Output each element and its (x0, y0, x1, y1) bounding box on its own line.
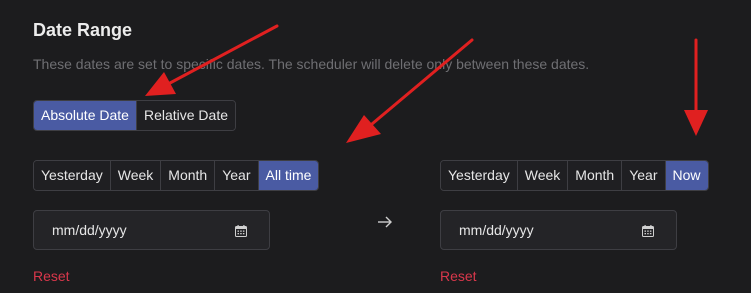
to-reset-link[interactable]: Reset (440, 268, 477, 284)
absolute-date-button[interactable]: Absolute Date (34, 101, 136, 130)
calendar-icon[interactable] (642, 225, 654, 237)
to-week-button[interactable]: Week (516, 161, 568, 190)
to-date-placeholder: mm/dd/yyyy (459, 222, 534, 238)
from-date-input[interactable]: mm/dd/yyyy (33, 210, 270, 250)
to-quick-range-group: Yesterday Week Month Year Now (440, 160, 709, 191)
date-mode-toggle: Absolute Date Relative Date (33, 100, 236, 131)
from-date-placeholder: mm/dd/yyyy (52, 222, 127, 238)
arrow-right-icon (378, 216, 392, 228)
from-quick-range-group: Yesterday Week Month Year All time (33, 160, 320, 191)
section-description: These dates are set to specific dates. T… (33, 56, 590, 72)
from-month-button[interactable]: Month (160, 161, 215, 190)
to-date-input[interactable]: mm/dd/yyyy (440, 210, 677, 250)
relative-date-button[interactable]: Relative Date (135, 101, 235, 130)
from-year-button[interactable]: Year (214, 161, 258, 190)
from-week-button[interactable]: Week (109, 161, 161, 190)
from-yesterday-button[interactable]: Yesterday (34, 161, 110, 190)
calendar-icon[interactable] (235, 225, 247, 237)
annotation-arrow (684, 38, 708, 136)
to-yesterday-button[interactable]: Yesterday (441, 161, 517, 190)
section-title: Date Range (33, 20, 133, 40)
to-month-button[interactable]: Month (567, 161, 622, 190)
to-now-button[interactable]: Now (664, 161, 708, 190)
to-year-button[interactable]: Year (621, 161, 665, 190)
from-reset-link[interactable]: Reset (33, 268, 70, 284)
from-all-time-button[interactable]: All time (257, 161, 319, 190)
